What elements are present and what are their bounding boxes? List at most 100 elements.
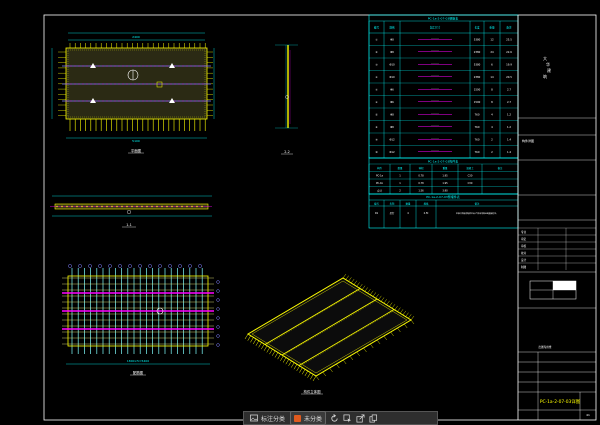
rebar-table-cell: 22.6 <box>506 50 512 54</box>
rebar-table-cell: Φ10 <box>389 75 395 79</box>
rebar-table-cell: 25.5 <box>506 37 512 41</box>
rebar-table-cell: 5380 <box>474 62 481 66</box>
rebar-schedule-table: PC-1a-2-07-03钢筋表 编号 规格 加工尺寸 长度 重量 备注 ① Φ8 5380 12… <box>368 14 519 159</box>
rebar-tag <box>188 264 192 268</box>
iso-stub <box>351 278 355 284</box>
rebar-table-cell: Φ8 <box>390 125 394 129</box>
category-select[interactable]: 未分类 <box>290 411 327 425</box>
plan-view-label: 平面图 <box>131 148 142 153</box>
rebar-table-header: 加工尺寸 <box>430 26 441 30</box>
rebar-table-cell: 4 <box>491 112 493 116</box>
rebar-dot <box>196 205 198 208</box>
rebar-tag <box>216 298 220 302</box>
rebar-table-cell: ③ <box>375 63 378 66</box>
rebar-dot <box>71 205 73 208</box>
iso-stub <box>378 295 382 300</box>
rebar-table-cell: ———— <box>431 150 439 152</box>
annotation-category-button[interactable]: 标注分类 <box>246 412 288 424</box>
component-table-cell: 1 <box>399 182 401 185</box>
component-table-cell: 0.78 <box>418 182 424 185</box>
iso-stub <box>402 310 406 316</box>
rebar-table-header: 编号 <box>374 26 380 30</box>
iso-stub <box>280 355 284 361</box>
iso-stub <box>389 302 393 307</box>
embedded-table-header: 数量 <box>406 202 411 206</box>
rebar-tag <box>216 343 220 347</box>
title-note: 构件详图 <box>522 138 534 143</box>
category-label: 未分类 <box>304 415 323 423</box>
iso-stub <box>345 275 349 280</box>
iso-stub <box>277 354 281 360</box>
rebar-table-cell: Φ6 <box>390 100 394 104</box>
iso-stub <box>363 347 367 353</box>
iso-stub <box>301 369 306 375</box>
iso-view-label: 构件立体图 <box>304 389 322 394</box>
rebar-dot <box>106 205 108 208</box>
iso-stub <box>349 355 354 361</box>
iso-stub <box>271 350 276 356</box>
share-icon[interactable] <box>355 413 365 423</box>
category-color-swatch <box>294 414 302 422</box>
rebar-tag <box>216 307 220 311</box>
iso-stub <box>315 375 320 381</box>
rebar-table-cell: 4 <box>491 125 493 129</box>
iso-stub <box>391 304 396 309</box>
iso-stub <box>397 327 401 333</box>
iso-stub <box>336 363 340 369</box>
sheet-number: 41 <box>586 413 590 417</box>
rebar-table-cell: ⑨ <box>375 138 378 141</box>
title-block-row-label: 制图 <box>521 265 527 269</box>
rebar-dot <box>136 205 138 208</box>
rebar-dim-bottom: 1800×5=5400 <box>127 359 149 363</box>
iso-stub <box>376 339 381 345</box>
iso-stub <box>372 292 377 297</box>
component-table-header: 混凝土 <box>466 166 474 170</box>
rebar-table-cell: 2.7 <box>507 87 511 91</box>
rebar-dot <box>81 205 83 208</box>
rotate-icon[interactable] <box>329 413 339 423</box>
component-table-cell: 1 <box>399 175 401 178</box>
component-table-cell: 2 <box>399 190 401 193</box>
rebar-table-cell: ⑥ <box>375 101 378 104</box>
rebar-table-header: 备注 <box>506 26 512 30</box>
iso-stub <box>258 342 262 348</box>
rebar-tag <box>98 264 102 268</box>
company-char-3: 建 <box>547 67 551 73</box>
rebar-dot <box>101 205 103 208</box>
iso-stub <box>410 315 415 321</box>
drawing-canvas[interactable]: 2400 5100 平面图 2-2 1-1 1800×5=5400 配筋图 构件… <box>0 0 600 425</box>
annotation-label: 标注分类 <box>261 415 286 423</box>
rebar-table-cell: ———— <box>431 37 439 39</box>
rebar-table-header: 长度 <box>474 26 480 30</box>
rebar-dot <box>61 205 63 208</box>
rebar-table-cell: 760 <box>475 150 480 154</box>
rebar-table-cell: 760 <box>475 125 480 129</box>
rebar-table-cell: ⑦ <box>375 113 378 116</box>
rebar-dot <box>76 205 78 208</box>
component-table-cell: 1.56 <box>418 190 424 193</box>
iso-stub <box>250 337 254 343</box>
copy-icon[interactable] <box>368 413 378 423</box>
rebar-tag <box>198 264 202 268</box>
rebar-table-cell: ———— <box>431 112 439 114</box>
iso-stub <box>291 362 295 368</box>
component-table-cell: PC-1b <box>376 182 383 185</box>
rebar-table-cell: Φ12 <box>389 150 395 154</box>
iso-stub <box>312 375 317 382</box>
company-char-1: 大 <box>543 55 547 61</box>
iso-stub <box>342 273 347 279</box>
iso-stub <box>397 307 401 312</box>
iso-stub <box>359 283 363 289</box>
rebar-tag <box>178 264 182 268</box>
rebar-table-cell: Φ8 <box>390 50 394 54</box>
iso-stub <box>322 371 326 377</box>
company-char-4: 筑 <box>543 73 547 79</box>
drawing-name: PC-1a-2-07-03详图 <box>540 398 581 405</box>
annotation-toolbar: 标注分类 未分类 <box>243 411 438 425</box>
embedded-table-title: PC-1a-2-07-03预埋件表 <box>426 194 460 199</box>
rebar-table-cell: ⑧ <box>375 126 378 129</box>
select-icon[interactable] <box>342 413 352 423</box>
title-block: 大 华 建 筑 构件详图 专业审定审核校对设计制图 出图专用章 PC-1a-2-… <box>517 15 596 420</box>
rebar-table-title: PC-1a-2-07-03钢筋表 <box>428 16 459 21</box>
title-block-row-label: 审定 <box>521 237 527 241</box>
